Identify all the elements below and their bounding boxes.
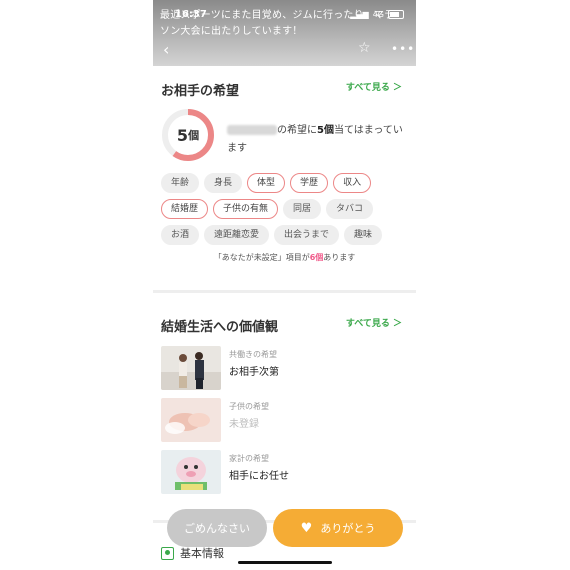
signal-icon: ▂▄▆: [350, 10, 369, 19]
value-label: 共働きの希望: [229, 350, 277, 359]
partner-wishes-title: お相手の希望: [161, 84, 240, 99]
profile-screen: 最近スポーツにまた目覚め、ジムに行ったり、マラソン大会に出たりしています！ 16…: [153, 0, 416, 570]
wish-tag: 身長: [204, 173, 243, 193]
wish-tag: 同居: [283, 199, 322, 219]
wish-tag-row: お酒 遠距離恋愛 出会うまで 趣味: [161, 225, 411, 245]
thanks-button[interactable]: ♥ ありがとう: [273, 509, 403, 547]
value-text: 相手にお任せ: [229, 471, 289, 482]
network-type: 4G: [372, 10, 384, 19]
wish-tag-matched: 子供の有無: [213, 199, 279, 219]
match-count-unit: 個: [188, 129, 200, 142]
match-text-prefix: の希望に: [277, 125, 317, 136]
match-text-count: 5個: [317, 125, 334, 136]
sorry-button-label: ごめんなさい: [184, 522, 250, 535]
match-count-number: 5: [176, 125, 189, 145]
heart-icon: ♥: [300, 520, 313, 536]
section-divider: [153, 290, 416, 293]
wish-tag-row: 年齢 身長 体型 学歴 収入: [161, 173, 411, 193]
value-item-household[interactable]: 家計の希望 相手にお任せ: [161, 450, 411, 502]
back-chevron-icon[interactable]: ‹: [163, 40, 169, 59]
match-description: の希望に5個当てはまっています: [227, 122, 407, 158]
home-indicator: [238, 561, 332, 564]
status-time: 16:37: [175, 9, 207, 20]
value-text: 未登録: [229, 419, 259, 430]
match-count: 5個: [161, 108, 215, 162]
value-label: 家計の希望: [229, 454, 269, 463]
blurred-username: [227, 125, 277, 135]
unset-count: 6個: [309, 253, 324, 262]
value-text: お相手次第: [229, 367, 279, 378]
wish-tag: タバコ: [326, 199, 374, 219]
thanks-button-label: ありがとう: [320, 522, 376, 535]
unset-prefix: 「あなたが未設定」項目が: [213, 253, 310, 262]
wish-tag: 年齢: [161, 173, 200, 193]
basic-info-label: 基本情報: [180, 547, 224, 560]
hands-photo-thumbnail: [161, 398, 221, 442]
wish-tag-matched: 収入: [333, 173, 372, 193]
wish-tag: お酒: [161, 225, 200, 245]
marriage-values-title: 結婚生活への価値観: [161, 320, 279, 335]
marriage-values-list: 共働きの希望 お相手次第 子供の希望 未登録 家計の希望 相手にお任せ: [161, 346, 411, 502]
more-dots-icon[interactable]: •••: [391, 42, 415, 56]
profile-photo-header: 最近スポーツにまた目覚め、ジムに行ったり、マラソン大会に出たりしています！ 16…: [153, 0, 416, 66]
wish-tag-matched: 結婚歴: [161, 199, 209, 219]
basic-info-header[interactable]: 基本情報: [161, 545, 224, 561]
status-indicators: ▂▄▆ 4G: [350, 10, 404, 19]
wish-tag: 出会うまで: [274, 225, 340, 245]
partner-wishes-see-all-link[interactable]: すべて見る ＞: [346, 80, 402, 93]
wish-tag: 遠距離恋愛: [204, 225, 270, 245]
wish-tag-list: 年齢 身長 体型 学歴 収入 結婚歴 子供の有無 同居 タバコ お酒 遠距離恋愛 出会うまで 趣味: [161, 173, 411, 251]
wish-tag-matched: 体型: [247, 173, 286, 193]
unset-suffix: あります: [323, 253, 356, 262]
unset-items-note: 「あなたが未設定」項目が6個あります: [153, 252, 416, 263]
value-item-dual-income[interactable]: 共働きの希望 お相手次第: [161, 346, 411, 398]
couple-photo-thumbnail: [161, 346, 221, 390]
value-label: 子供の希望: [229, 402, 269, 411]
wish-tag-row: 結婚歴 子供の有無 同居 タバコ: [161, 199, 411, 219]
value-item-children[interactable]: 子供の希望 未登録: [161, 398, 411, 450]
person-icon: [161, 546, 174, 560]
piggy-bank-photo-thumbnail: [161, 450, 221, 494]
sorry-button[interactable]: ごめんなさい: [167, 509, 267, 547]
battery-icon: [388, 10, 404, 19]
marriage-values-see-all-link[interactable]: すべて見る ＞: [346, 316, 402, 329]
star-icon[interactable]: ☆: [358, 40, 371, 56]
wish-tag-matched: 学歴: [290, 173, 329, 193]
wish-tag: 趣味: [344, 225, 383, 245]
